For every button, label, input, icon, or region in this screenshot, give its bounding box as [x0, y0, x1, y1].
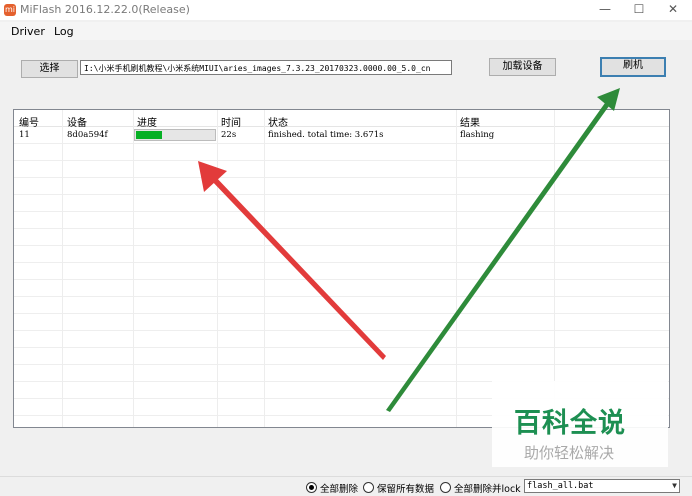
script-select[interactable]: flash_all.bat ▼: [524, 479, 680, 493]
green-arrow-icon: [386, 88, 620, 412]
script-select-value: flash_all.bat: [527, 481, 594, 491]
watermark-subtitle: 助你轻松解决: [524, 444, 615, 462]
label-clean-all-and-lock[interactable]: 全部删除并lock: [454, 481, 521, 495]
label-clean-all[interactable]: 全部删除: [320, 481, 358, 495]
radio-save-user-data[interactable]: [363, 482, 374, 493]
red-arrow-icon: [198, 161, 386, 360]
watermark: 百科全说 助你轻松解决: [492, 381, 668, 467]
chevron-down-icon[interactable]: ▼: [672, 480, 677, 492]
flash-options-bar: 全部删除 保留所有数据 全部删除并lock flash_all.bat ▼: [0, 476, 692, 496]
watermark-title: 百科全说: [514, 408, 626, 439]
label-save-user-data[interactable]: 保留所有数据: [377, 481, 434, 495]
radio-clean-all-and-lock[interactable]: [440, 482, 451, 493]
radio-clean-all[interactable]: [306, 482, 317, 493]
